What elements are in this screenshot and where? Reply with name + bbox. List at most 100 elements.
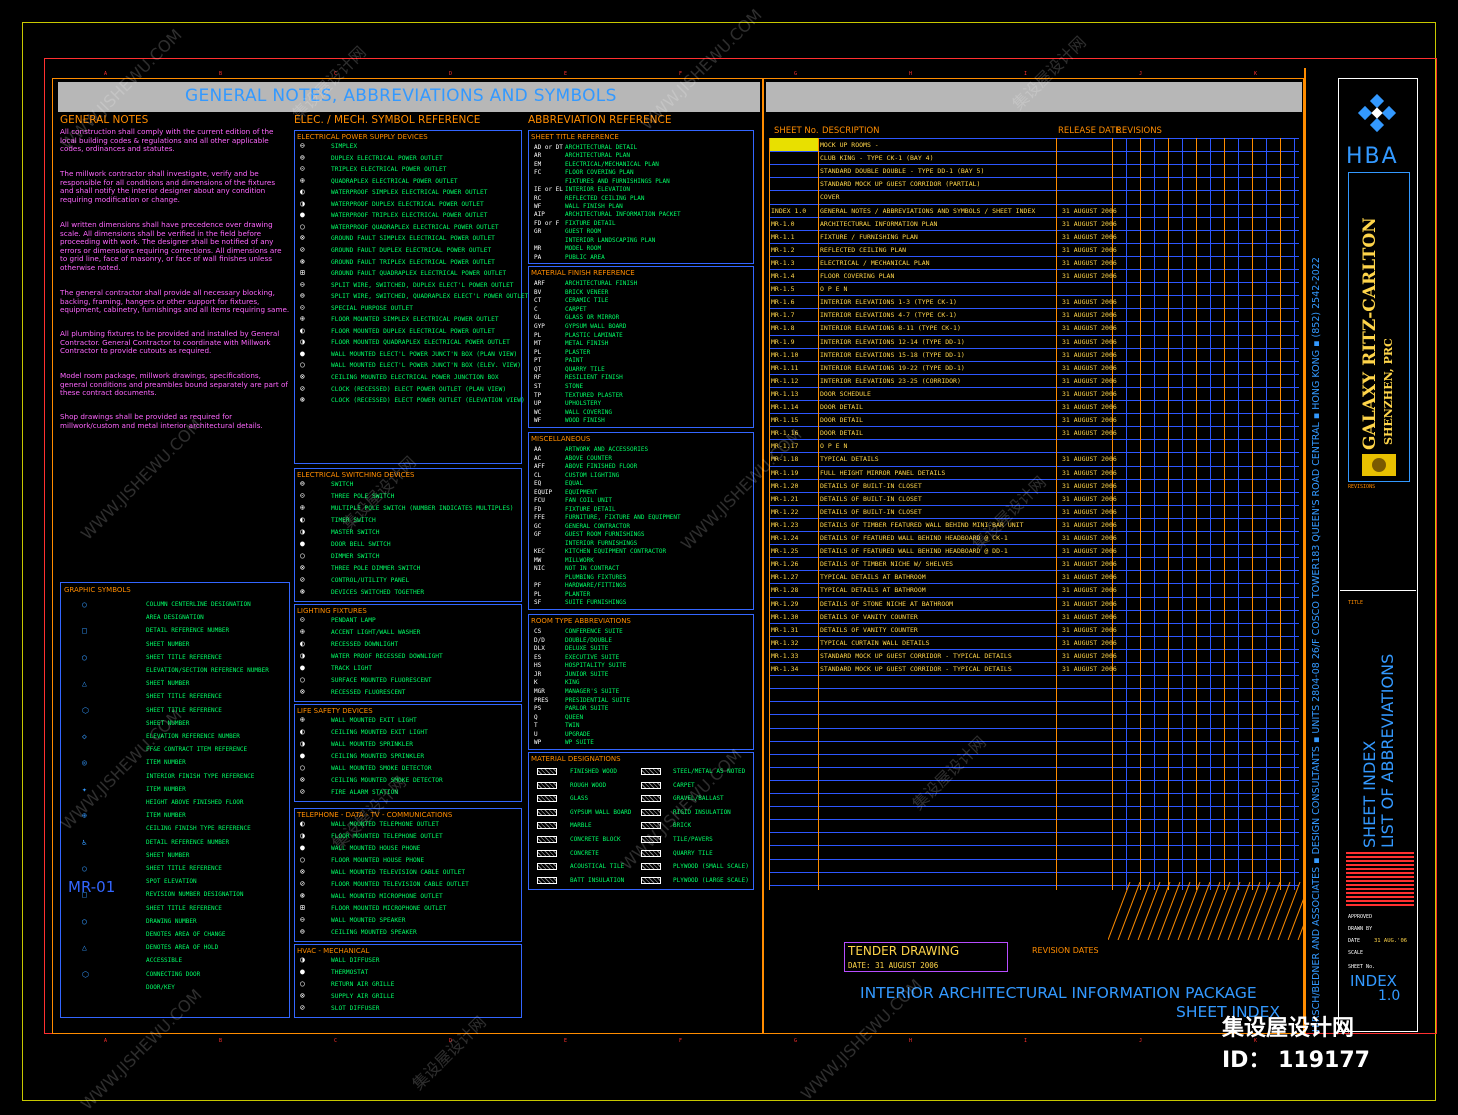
graphic-symbol-label: INTERIOR FINISH TYPE REFERENCE [146,772,255,780]
symbol-label: GROUND FAULT DUPLEX ELECTRICAL POWER OUT… [331,246,492,254]
abbr-desc: CERAMIC TILE [565,297,609,305]
symbol-icon: ⊗ [300,372,305,381]
graphic-symbol-label: DENOTES AREA OF CHANGE [146,931,226,938]
graphic-symbol-icon: △ [82,679,87,689]
index-description: FULL HEIGHT MIRROR PANEL DETAILS [820,468,946,477]
abbr-code: ARF [534,280,545,287]
grid-col [1266,138,1267,890]
drawing-label: MR-01 [68,878,116,896]
elec-section-title: HVAC - MECHANICAL [297,947,370,955]
abbr-code: PS [534,705,542,713]
material-swatch [537,822,557,830]
grid-col [1140,138,1141,890]
index-release-date: 31 AUGUST 2006 [1062,638,1117,647]
index-release-date: 31 AUGUST 2006 [1062,389,1117,398]
index-sheet-no: MR-1.3 [771,258,795,267]
index-description: INTERIOR ELEVATIONS 4-7 (TYPE CK-1) [820,311,957,320]
grid-line [769,858,1299,860]
project-location: SHENZHEN, PRC [1382,338,1395,445]
material-label: BATT INSULATION [570,876,625,884]
grid-line [769,806,1299,808]
hatch-line [1217,882,1241,940]
index-description: TYPICAL DETAILS [820,455,879,464]
index-description: COVER [820,193,840,202]
grid-line [769,426,1299,428]
index-description: MOCK UP ROOMS - [820,141,879,149]
material-label: CONCRETE [570,849,599,857]
grid-line [769,714,1299,716]
index-release-date: 31 AUGUST 2006 [1062,455,1117,464]
abbr-code: MR [534,245,542,253]
abbr-code: CL [534,471,542,479]
symbol-label: TRIPLEX ELECTRICAL POWER OUTLET [331,166,447,174]
abbr-desc: BRICK VENEER [565,288,609,296]
index-sheet-no: MR-1.14 [771,403,799,411]
sheet-title-1: SHEET INDEX [1360,740,1379,848]
abbr-code: RC [534,194,542,202]
symbol-label: DIMMER SWITCH [331,553,380,560]
grid-line [769,373,1299,375]
grid-line [769,334,1299,336]
symbol-icon: ◐ [300,515,305,524]
abbr-desc: METAL FINISH [565,340,609,348]
abbr-code: AIP [534,211,545,219]
graphic-symbol-label: DETAIL REFERENCE NUMBER [146,838,230,846]
hatch-line [1257,882,1281,940]
symbol-icon: ⊘ [300,575,305,584]
abbr-code: CS [534,628,542,635]
abbr-desc: INTERIOR ELEVATION [565,186,631,194]
material-swatch [641,795,661,803]
symbol-label: ACCENT LIGHT/WALL WASHER [331,629,421,636]
index-sheet-no: MR-1.34 [771,665,799,673]
index-release-date: 31 AUGUST 2006 [1062,376,1117,385]
hatch-line [1108,882,1131,940]
symbol-label: WATERPROOF QUADRAPLEX ELECTRICAL POWER O… [331,223,499,231]
symbol-icon: ● [300,348,305,358]
material-swatch [537,781,557,789]
graphic-symbol-label: SPOT ELEVATION [146,878,197,886]
revision-dates-label: REVISION DATES [1032,946,1099,955]
abbr-code: WF [534,203,542,210]
sheet-title-2: LIST OF ABBREVIATIONS [1378,653,1397,848]
index-description: DOOR DETAIL [820,416,864,425]
grid-col [1182,138,1183,890]
grid-line [769,871,1299,873]
hatch-line [1237,882,1261,940]
grid-line [769,439,1299,441]
abbr-desc: ELECTRICAL/MECHANICAL PLAN [565,160,659,168]
symbol-icon: ⊗ [300,563,305,572]
abbr-desc: PARLOR SUITE [565,705,609,713]
index-sheet-no: MR-1.23 [771,520,799,529]
graphic-symbol-icon: △ [82,943,87,953]
graphic-symbol-label: ITEM NUMBER [146,759,186,767]
index-sheet-no: MR-1.13 [771,389,799,398]
material-swatch [537,768,557,775]
material-label: ACOUSTICAL TILE [570,863,625,871]
abbr-code: DLX [534,645,545,653]
hatch-line [1147,882,1171,940]
grid-line [769,779,1299,781]
index-description: INTERIOR ELEVATIONS 8-11 (TYPE CK-1) [820,324,961,333]
index-description: ELECTRICAL / MECHANICAL PLAN [820,258,930,267]
abbr-desc: EQUAL [565,480,584,488]
index-sheet-no: MR-1.25 [771,547,799,556]
index-release-date: 31 AUGUST 2006 [1062,219,1117,228]
symbol-icon: ● [300,843,305,852]
index-release-date: 31 AUGUST 2006 [1062,324,1117,333]
approved-label: APPROVED [1348,914,1373,920]
grid-line [769,662,1299,663]
grid-line [769,151,1299,153]
abbr-desc: FIXTURE DETAIL [565,219,616,227]
material-swatch [537,849,557,857]
index-release-date: 31 AUGUST 2006 [1062,245,1117,254]
elec-mech-title: ELEC. / MECH. SYMBOL REFERENCE [294,114,481,126]
symbol-label: FLOOR MOUNTED MICROPHONE OUTLET [331,905,447,912]
abbr-desc: INTERIOR FURNISHINGS [565,539,638,547]
grid-line [769,203,1299,205]
symbol-icon: ○ [300,551,305,560]
abbr-desc: EXECUTIVE SUITE [565,653,620,661]
hatch-line [1177,882,1201,940]
grid-col [1154,138,1155,890]
abbr-code: K [534,679,538,687]
abbr-desc: HOSPITALITY SUITE [565,662,627,670]
